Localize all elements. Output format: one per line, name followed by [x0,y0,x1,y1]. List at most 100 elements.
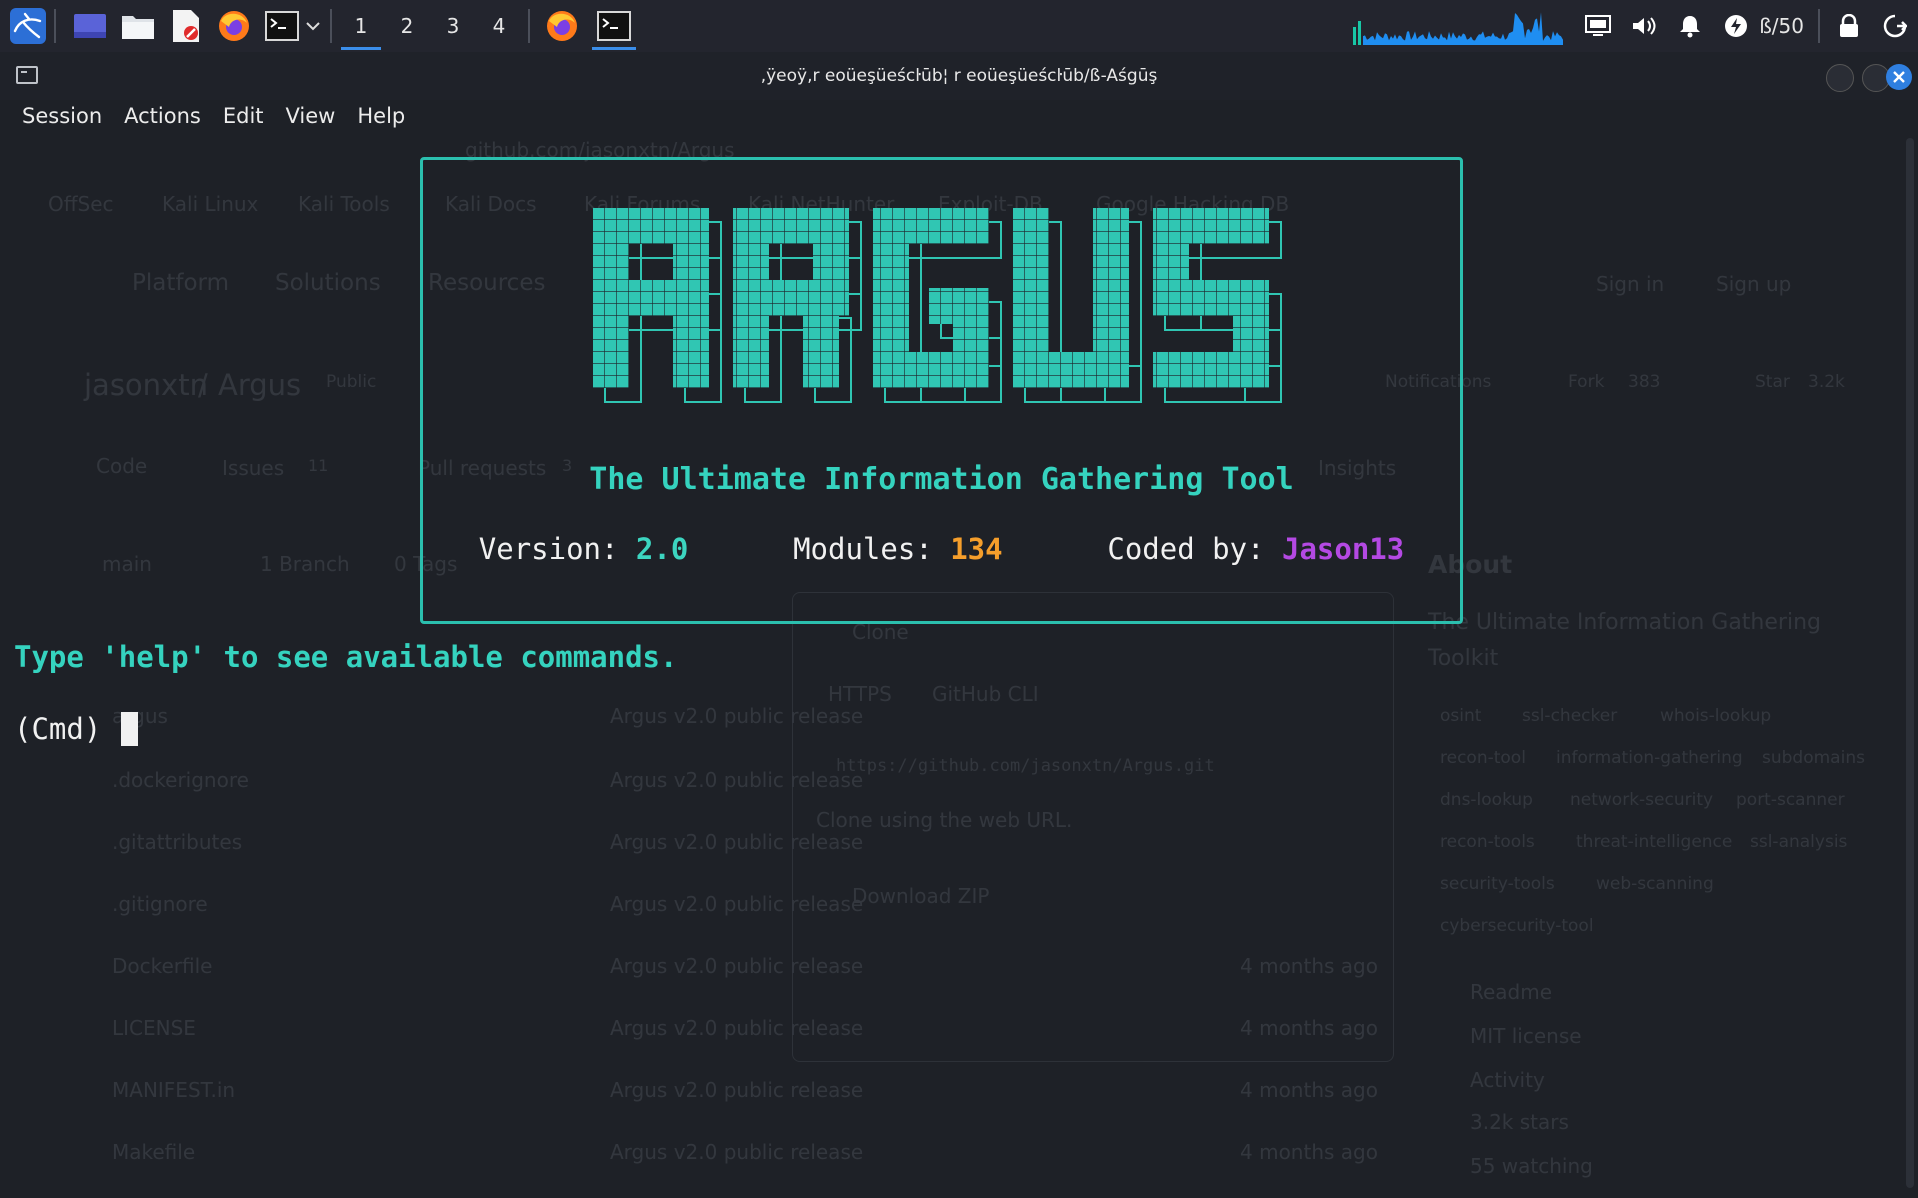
ghost-topic: subdomains [1762,748,1865,768]
logo-letter-block [593,280,709,316]
ghost-bookmark: OffSec [48,192,114,216]
notification-bell-icon[interactable] [1667,0,1713,52]
menu-edit[interactable]: Edit [223,104,264,128]
window-titlebar[interactable]: ‚ÿeoÿ‚r eoüeşüeścŀūb¦ r eoüeşüeścŀūb/ß-A… [0,52,1918,100]
close-button[interactable] [1886,64,1912,90]
minimize-button[interactable] [1826,64,1854,92]
menu-session[interactable]: Session [22,104,102,128]
ghost-star-count: 3.2k [1808,372,1845,392]
taskbar-separator [528,9,530,43]
logo-letter-block [929,288,989,324]
ghost-commit: Argus v2.0 public release [610,704,864,728]
cpu-graph-icon [1353,7,1564,45]
command-prompt[interactable]: (Cmd) [14,712,139,746]
ghost-repo-name: Argus [218,368,302,402]
logo-letter-block [803,304,839,388]
ghost-topic: recon-tools [1440,832,1535,852]
file-manager-icon[interactable] [118,6,158,46]
ghost-topic: ssl-checker [1522,706,1618,726]
logout-icon[interactable] [1872,0,1918,52]
workspace-4[interactable]: 4 [476,0,522,52]
ghost-file: MANIFEST.in [112,1078,236,1102]
logo-letter-block [1013,352,1129,388]
ghost-commit: Argus v2.0 public release [610,768,864,792]
terminal-scrollbar[interactable] [1906,138,1914,1188]
ghost-topic: network-security [1570,790,1714,810]
ghost-file: .gitignore [112,892,208,916]
help-hint: Type 'help' to see available commands. [14,640,678,674]
ghost-topic: whois-lookup [1660,706,1772,726]
ghost-sidebar-link: MIT license [1470,1024,1582,1048]
terminal-icon[interactable] [262,6,302,46]
argus-logo [593,208,1282,403]
ghost-about-desc: The Ultimate Information Gathering [1428,610,1821,635]
ghost-topic: information-gathering [1556,748,1743,768]
ghost-repo-sep: / [198,368,208,402]
ghost-commit: Argus v2.0 public release [610,830,864,854]
logo-letter-block [1153,352,1269,388]
tray-separator [1818,9,1820,43]
terminal-window-button[interactable] [588,0,640,52]
ghost-commit-time: 4 months ago [1240,1016,1378,1040]
ghost-sidebar-link: 3.2k stars [1470,1110,1569,1134]
close-icon [1893,71,1905,83]
ghost-sign-up: Sign up [1716,272,1792,296]
ghost-clone-url: https://github.com/jasonxtn/Argus.git [836,756,1215,776]
ghost-commit-time: 4 months ago [1240,954,1378,978]
text-editor-icon[interactable] [166,6,206,46]
coded-by-label: Coded by: [1107,532,1282,566]
author-name: Jason13 [1281,532,1405,566]
power-manager-icon[interactable] [1713,0,1759,52]
ghost-file: LICENSE [112,1016,196,1040]
ghost-topic: security-tools [1440,874,1555,894]
workspace-1[interactable]: 1 [338,0,384,52]
modules-value: 134 [950,532,1003,566]
prompt-text: (Cmd) [14,712,102,746]
ghost-branches: 1 Branch [260,552,350,576]
workspace-3[interactable]: 3 [430,0,476,52]
ghost-sign-in: Sign in [1596,272,1665,296]
ghost-fork: Fork [1568,372,1605,392]
ghost-sidebar-link: 55 watching [1470,1154,1593,1178]
taskbar-separator [54,9,56,43]
terminal-window-icon [16,66,38,84]
display-icon[interactable] [1575,0,1621,52]
ghost-topic: web-scanning [1596,874,1714,894]
text-cursor[interactable] [121,712,139,746]
volume-icon[interactable] [1621,0,1667,52]
ghost-topic: threat-intelligence [1576,832,1733,852]
kali-menu-icon[interactable] [8,6,48,46]
terminal-icon [597,11,631,41]
taskbar: 1 2 3 4 ß/50 [0,0,1918,53]
logo-letter-block [813,208,849,280]
ghost-clone-tab: HTTPS [828,682,892,706]
argus-banner: The Ultimate Information Gathering Tool … [420,157,1463,624]
ghost-topic: osint [1440,706,1482,726]
chevron-down-icon[interactable] [302,6,324,46]
firefox-icon[interactable] [214,6,254,46]
ghost-topic: port-scanner [1736,790,1845,810]
workspace-2[interactable]: 2 [384,0,430,52]
menubar: Session Actions Edit View Help [0,100,1918,132]
ghost-topic: dns-lookup [1440,790,1533,810]
firefox-window-button[interactable] [536,0,588,52]
taskbar-separator [330,9,332,43]
ghost-commit: Argus v2.0 public release [610,892,864,916]
ghost-star: Star [1755,372,1790,392]
lock-icon[interactable] [1826,0,1872,52]
menu-help[interactable]: Help [357,104,405,128]
ghost-file: Dockerfile [112,954,213,978]
ghost-commit: Argus v2.0 public release [610,954,864,978]
ghost-visibility: Public [326,372,377,392]
menu-actions[interactable]: Actions [124,104,201,128]
ghost-download-zip: Download ZIP [852,884,990,908]
ghost-file: Makefile [112,1140,196,1164]
desktop-icon[interactable] [70,6,110,46]
menu-view[interactable]: View [286,104,336,128]
ghost-topic: recon-tool [1440,748,1526,768]
ghost-file: .gitattributes [112,830,243,854]
ghost-commit: Argus v2.0 public release [610,1140,864,1164]
battery-status: ß/50 [1759,14,1804,38]
ghost-repo-owner: jasonxtn [84,368,208,402]
ghost-topic: ssl-analysis [1750,832,1848,852]
